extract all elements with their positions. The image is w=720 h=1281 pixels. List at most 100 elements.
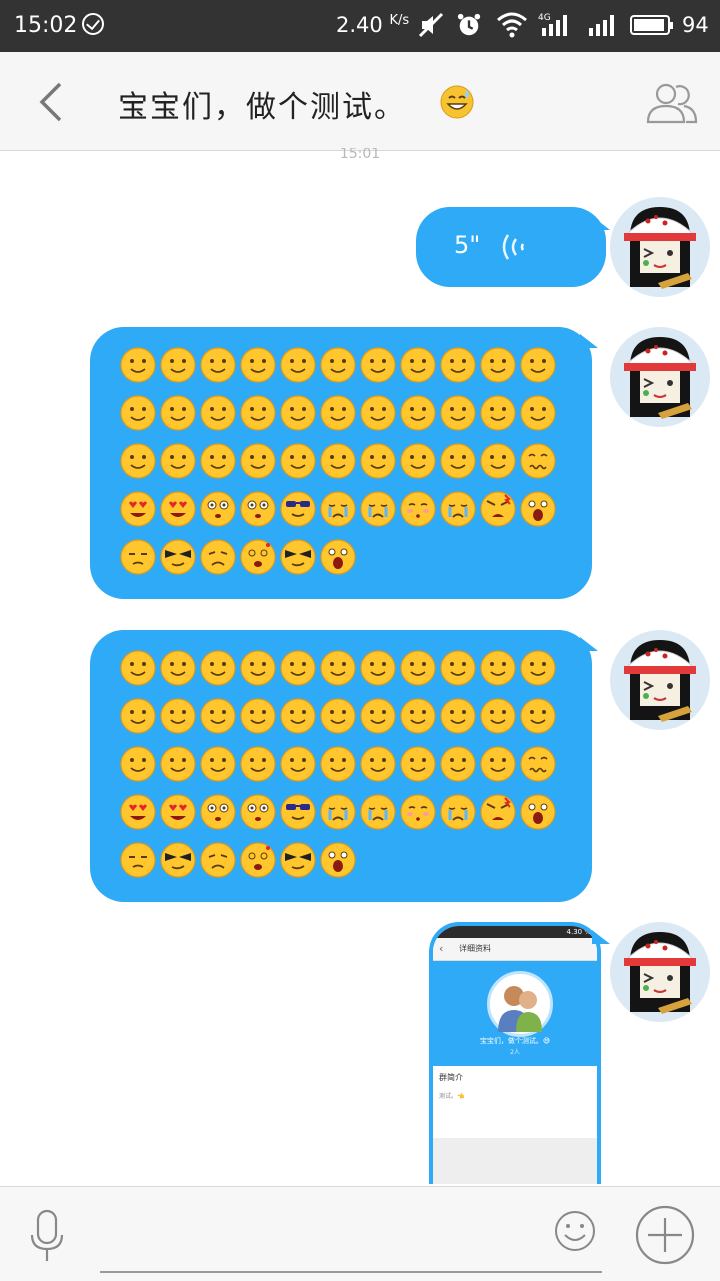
network-type: 4G bbox=[538, 13, 551, 23]
microphone-icon[interactable] bbox=[28, 1209, 66, 1263]
smile-emoji-icon bbox=[520, 698, 556, 734]
smile-emoji-icon bbox=[480, 746, 516, 782]
smile-emoji-icon bbox=[360, 698, 396, 734]
scream-emoji-icon bbox=[520, 794, 556, 830]
emoji-message-bubble[interactable] bbox=[90, 327, 592, 599]
smile-emoji-icon bbox=[440, 395, 476, 431]
mini-bottom bbox=[433, 1138, 597, 1184]
angry-emoji-icon bbox=[480, 794, 516, 830]
shock-emoji-icon bbox=[240, 491, 276, 527]
smile-emoji-icon bbox=[480, 395, 516, 431]
emoji-grid bbox=[118, 347, 578, 587]
emoji-message-bubble[interactable] bbox=[90, 630, 592, 902]
smile-emoji-icon bbox=[360, 650, 396, 686]
smile-emoji-icon bbox=[400, 698, 436, 734]
mini-back-icon: ‹ bbox=[439, 942, 444, 955]
mini-group-avatar-icon bbox=[487, 971, 553, 1037]
smile-emoji-icon bbox=[280, 347, 316, 383]
avatar[interactable] bbox=[610, 630, 710, 730]
smile-emoji-icon bbox=[360, 347, 396, 383]
smile-emoji-icon bbox=[400, 395, 436, 431]
net-speed: 2.40 K/s bbox=[336, 13, 410, 37]
smile-emoji-icon bbox=[120, 395, 156, 431]
smile-emoji-icon bbox=[160, 443, 196, 479]
mini-info-card: 群简介 测试。👈 bbox=[433, 1066, 597, 1138]
smile-emoji-icon bbox=[200, 347, 236, 383]
check-circle-icon bbox=[82, 13, 104, 35]
voice-message-bubble[interactable]: 5" bbox=[416, 207, 606, 287]
message-input[interactable] bbox=[100, 1247, 602, 1273]
smile-emoji-icon bbox=[400, 746, 436, 782]
love-emoji-icon bbox=[120, 491, 156, 527]
smile-emoji-icon bbox=[240, 395, 276, 431]
smile-emoji-icon bbox=[120, 650, 156, 686]
back-icon[interactable] bbox=[30, 78, 74, 126]
voice-waves-icon bbox=[502, 234, 525, 260]
smile-emoji-icon bbox=[200, 698, 236, 734]
avatar-image bbox=[610, 327, 710, 427]
scream-emoji-icon bbox=[520, 491, 556, 527]
smile-emoji-icon bbox=[320, 395, 356, 431]
cry-emoji-icon bbox=[360, 491, 396, 527]
proud-emoji-icon bbox=[120, 539, 156, 575]
bubble-tail bbox=[592, 216, 610, 230]
net-speed-unit: K/s bbox=[389, 13, 410, 28]
frown-emoji-icon bbox=[200, 539, 236, 575]
mini-status-bar: 4.30 % bbox=[433, 926, 597, 938]
smile-emoji-icon bbox=[360, 443, 396, 479]
smile-emoji-icon bbox=[440, 443, 476, 479]
shock-emoji-icon bbox=[200, 491, 236, 527]
mute-icon bbox=[418, 12, 444, 38]
smile-emoji-icon bbox=[360, 746, 396, 782]
proud-emoji-icon bbox=[120, 842, 156, 878]
image-message-bubble[interactable]: 4.30 % ‹ 详细资料 宝宝们，做个测试。😅 2人 群简介 测试。👈 bbox=[429, 922, 601, 1184]
smile-emoji-icon bbox=[520, 395, 556, 431]
smile-emoji-icon bbox=[120, 746, 156, 782]
smile-emoji-icon bbox=[480, 698, 516, 734]
wavy-emoji-icon bbox=[520, 443, 556, 479]
shock-emoji-icon bbox=[240, 794, 276, 830]
smile-emoji-icon bbox=[160, 650, 196, 686]
avatar[interactable] bbox=[610, 922, 710, 1022]
frown-emoji-icon bbox=[200, 842, 236, 878]
cool-emoji-icon bbox=[280, 491, 316, 527]
smile-emoji-icon bbox=[320, 650, 356, 686]
angry-emoji-icon bbox=[480, 491, 516, 527]
mini-section-title: 群简介 bbox=[439, 1073, 463, 1082]
mini-header: ‹ 详细资料 bbox=[433, 938, 597, 961]
smile-emoji-icon bbox=[200, 395, 236, 431]
input-bar bbox=[0, 1186, 720, 1281]
love-emoji-icon bbox=[160, 794, 196, 830]
smile-emoji-icon bbox=[320, 443, 356, 479]
bubble-tail bbox=[592, 930, 610, 944]
cry-emoji-icon bbox=[440, 794, 476, 830]
signal-icon bbox=[589, 15, 614, 36]
cool-emoji-icon bbox=[280, 794, 316, 830]
cry-emoji-icon bbox=[320, 794, 356, 830]
smile-emoji-icon bbox=[520, 650, 556, 686]
smile-emoji-icon bbox=[360, 395, 396, 431]
scream-emoji-icon bbox=[320, 842, 356, 878]
smile-emoji-icon bbox=[120, 443, 156, 479]
swag-emoji-icon bbox=[160, 842, 196, 878]
smile-emoji-icon bbox=[320, 746, 356, 782]
smile-emoji-icon bbox=[280, 746, 316, 782]
wavy-emoji-icon bbox=[520, 746, 556, 782]
battery-percent: 94 bbox=[682, 13, 709, 37]
cry-emoji-icon bbox=[360, 794, 396, 830]
avatar[interactable] bbox=[610, 327, 710, 427]
plus-icon[interactable] bbox=[634, 1204, 696, 1266]
love-emoji-icon bbox=[160, 491, 196, 527]
status-time: 15:02 bbox=[14, 13, 78, 38]
smile-emoji-icon bbox=[280, 443, 316, 479]
smile-emoji-icon bbox=[480, 347, 516, 383]
love-emoji-icon bbox=[120, 794, 156, 830]
smile-emoji-icon bbox=[240, 698, 276, 734]
avatar[interactable] bbox=[610, 197, 710, 297]
smile-emoji-icon bbox=[240, 347, 276, 383]
smiley-icon[interactable] bbox=[553, 1209, 597, 1253]
mini-member-count: 2人 bbox=[510, 1049, 520, 1056]
group-members-icon[interactable] bbox=[646, 80, 698, 126]
smile-emoji-icon bbox=[400, 347, 436, 383]
avatar-image bbox=[610, 922, 710, 1022]
